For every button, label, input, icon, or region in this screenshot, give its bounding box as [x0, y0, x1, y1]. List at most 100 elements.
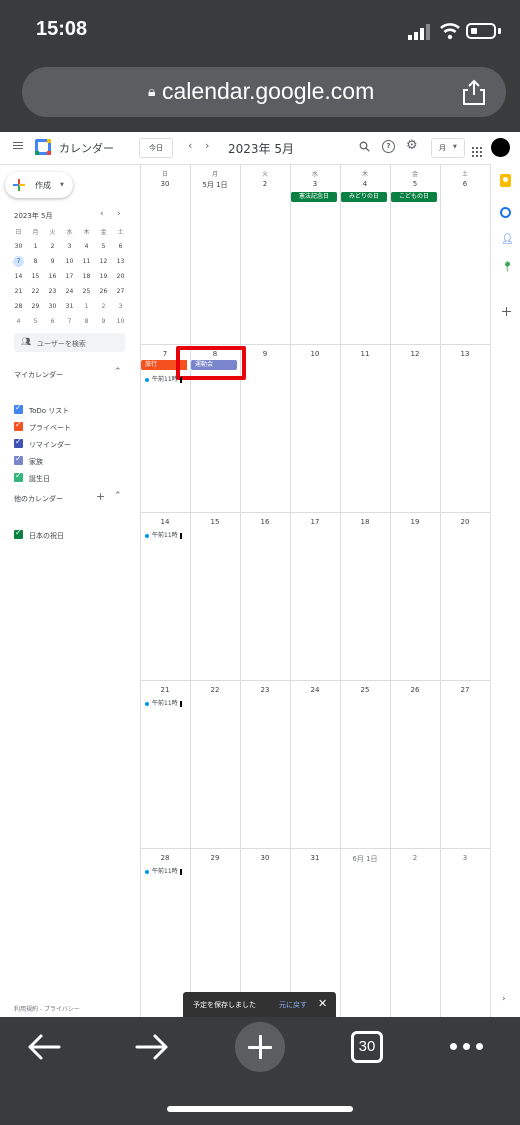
- mini-day[interactable]: 8: [27, 254, 44, 269]
- undo-button[interactable]: 元に戻す: [279, 1000, 307, 1010]
- holiday-chip[interactable]: こどもの日: [391, 192, 437, 202]
- checkbox-birthday[interactable]: [14, 471, 23, 482]
- day-number[interactable]: 11: [340, 350, 390, 358]
- collapse-other-calendars-icon[interactable]: ⌃: [114, 491, 122, 501]
- day-number[interactable]: 6: [440, 180, 490, 188]
- mini-day[interactable]: 29: [27, 299, 44, 314]
- mini-day[interactable]: 10: [112, 314, 129, 329]
- day-number[interactable]: 23: [240, 686, 290, 694]
- mini-day[interactable]: 31: [61, 299, 78, 314]
- day-number[interactable]: 27: [440, 686, 490, 694]
- mini-day[interactable]: 6: [44, 314, 61, 329]
- mini-day[interactable]: 2: [44, 239, 61, 254]
- mini-day[interactable]: 24: [61, 284, 78, 299]
- mini-day[interactable]: 30: [10, 239, 27, 254]
- mini-day[interactable]: 6: [112, 239, 129, 254]
- day-number[interactable]: 30: [140, 180, 190, 188]
- mini-day[interactable]: 5: [27, 314, 44, 329]
- next-month-icon[interactable]: ›: [205, 139, 209, 152]
- mini-day-selected[interactable]: 7: [10, 254, 27, 269]
- apps-grid-icon[interactable]: [472, 142, 482, 157]
- day-number[interactable]: 9: [240, 350, 290, 358]
- mini-day[interactable]: 5: [95, 239, 112, 254]
- day-number[interactable]: 6月 1日: [340, 854, 390, 864]
- expand-panel-icon[interactable]: ›: [502, 994, 506, 1004]
- day-number[interactable]: 17: [290, 518, 340, 526]
- mini-day[interactable]: 19: [95, 269, 112, 284]
- url-text[interactable]: calendar.google.com: [162, 78, 374, 105]
- mini-day[interactable]: 27: [112, 284, 129, 299]
- close-icon[interactable]: ✕: [318, 997, 327, 1010]
- prev-month-icon[interactable]: ‹: [188, 139, 192, 152]
- day-number[interactable]: 13: [440, 350, 490, 358]
- mini-day[interactable]: 13: [112, 254, 129, 269]
- checkbox-private[interactable]: [14, 420, 23, 431]
- mini-day[interactable]: 4: [10, 314, 27, 329]
- mini-day[interactable]: 8: [78, 314, 95, 329]
- search-icon[interactable]: [359, 141, 370, 152]
- collapse-my-calendars-icon[interactable]: ⌃: [114, 367, 122, 377]
- mini-next-icon[interactable]: ›: [117, 209, 121, 219]
- menu-icon[interactable]: [13, 142, 23, 149]
- mini-day[interactable]: 4: [78, 239, 95, 254]
- mini-day[interactable]: 12: [95, 254, 112, 269]
- checkbox-reminder[interactable]: [14, 437, 23, 448]
- add-calendar-icon[interactable]: +: [96, 490, 105, 503]
- recurring-event[interactable]: 午前11時: [145, 866, 182, 875]
- mini-day[interactable]: 7: [61, 314, 78, 329]
- mini-day[interactable]: 14: [10, 269, 27, 284]
- recurring-event[interactable]: 午前11時: [145, 374, 182, 383]
- day-number[interactable]: 5月 1日: [190, 180, 240, 190]
- mini-day[interactable]: 1: [78, 299, 95, 314]
- mini-day[interactable]: 1: [27, 239, 44, 254]
- recurring-event[interactable]: 午前11時: [145, 530, 182, 539]
- back-arrow-icon[interactable]: [26, 1033, 62, 1061]
- day-number[interactable]: 2: [240, 180, 290, 188]
- day-number[interactable]: 4: [340, 180, 390, 188]
- checkbox-todo[interactable]: [14, 403, 23, 414]
- settings-gear-icon[interactable]: ⚙︎: [406, 138, 418, 153]
- get-addons-icon[interactable]: [502, 307, 511, 316]
- mini-day[interactable]: 21: [10, 284, 27, 299]
- mini-day[interactable]: 9: [95, 314, 112, 329]
- more-options-icon[interactable]: [450, 1043, 484, 1051]
- mini-day[interactable]: 20: [112, 269, 129, 284]
- day-number[interactable]: 25: [340, 686, 390, 694]
- footer-links[interactable]: 利用規約 - プライバシー: [14, 1004, 80, 1013]
- day-number[interactable]: 21: [140, 686, 190, 694]
- keep-icon[interactable]: [500, 174, 511, 187]
- new-tab-button[interactable]: [235, 1022, 285, 1072]
- day-number[interactable]: 28: [140, 854, 190, 862]
- day-number[interactable]: 30: [240, 854, 290, 862]
- day-number[interactable]: 3: [290, 180, 340, 188]
- day-number[interactable]: 29: [190, 854, 240, 862]
- help-icon[interactable]: ?: [382, 140, 395, 153]
- mini-day[interactable]: 15: [27, 269, 44, 284]
- holiday-chip[interactable]: 憲法記念日: [291, 192, 337, 202]
- day-number[interactable]: 18: [340, 518, 390, 526]
- search-users-input[interactable]: 👥︎ ユーザーを検索: [14, 333, 125, 352]
- create-button[interactable]: 作成 ▼: [5, 172, 73, 198]
- day-number[interactable]: 20: [440, 518, 490, 526]
- today-button[interactable]: 今日: [139, 138, 173, 158]
- view-select[interactable]: 月 ▼: [431, 138, 465, 158]
- day-number[interactable]: 22: [190, 686, 240, 694]
- holiday-chip[interactable]: みどりの日: [341, 192, 387, 202]
- mini-day[interactable]: 30: [44, 299, 61, 314]
- contacts-icon[interactable]: 👤︎: [501, 234, 514, 245]
- share-icon[interactable]: [460, 78, 488, 106]
- day-number[interactable]: 14: [140, 518, 190, 526]
- day-number[interactable]: 24: [290, 686, 340, 694]
- checkbox-family[interactable]: [14, 454, 23, 465]
- avatar[interactable]: [491, 138, 510, 157]
- day-number[interactable]: 31: [290, 854, 340, 862]
- mini-day[interactable]: 10: [61, 254, 78, 269]
- mini-day[interactable]: 28: [10, 299, 27, 314]
- mini-day[interactable]: 25: [78, 284, 95, 299]
- mini-day[interactable]: 18: [78, 269, 95, 284]
- tasks-icon[interactable]: [500, 207, 511, 218]
- day-number[interactable]: 16: [240, 518, 290, 526]
- day-number[interactable]: 12: [390, 350, 440, 358]
- mini-day[interactable]: 2: [95, 299, 112, 314]
- recurring-event[interactable]: 午前11時: [145, 698, 182, 707]
